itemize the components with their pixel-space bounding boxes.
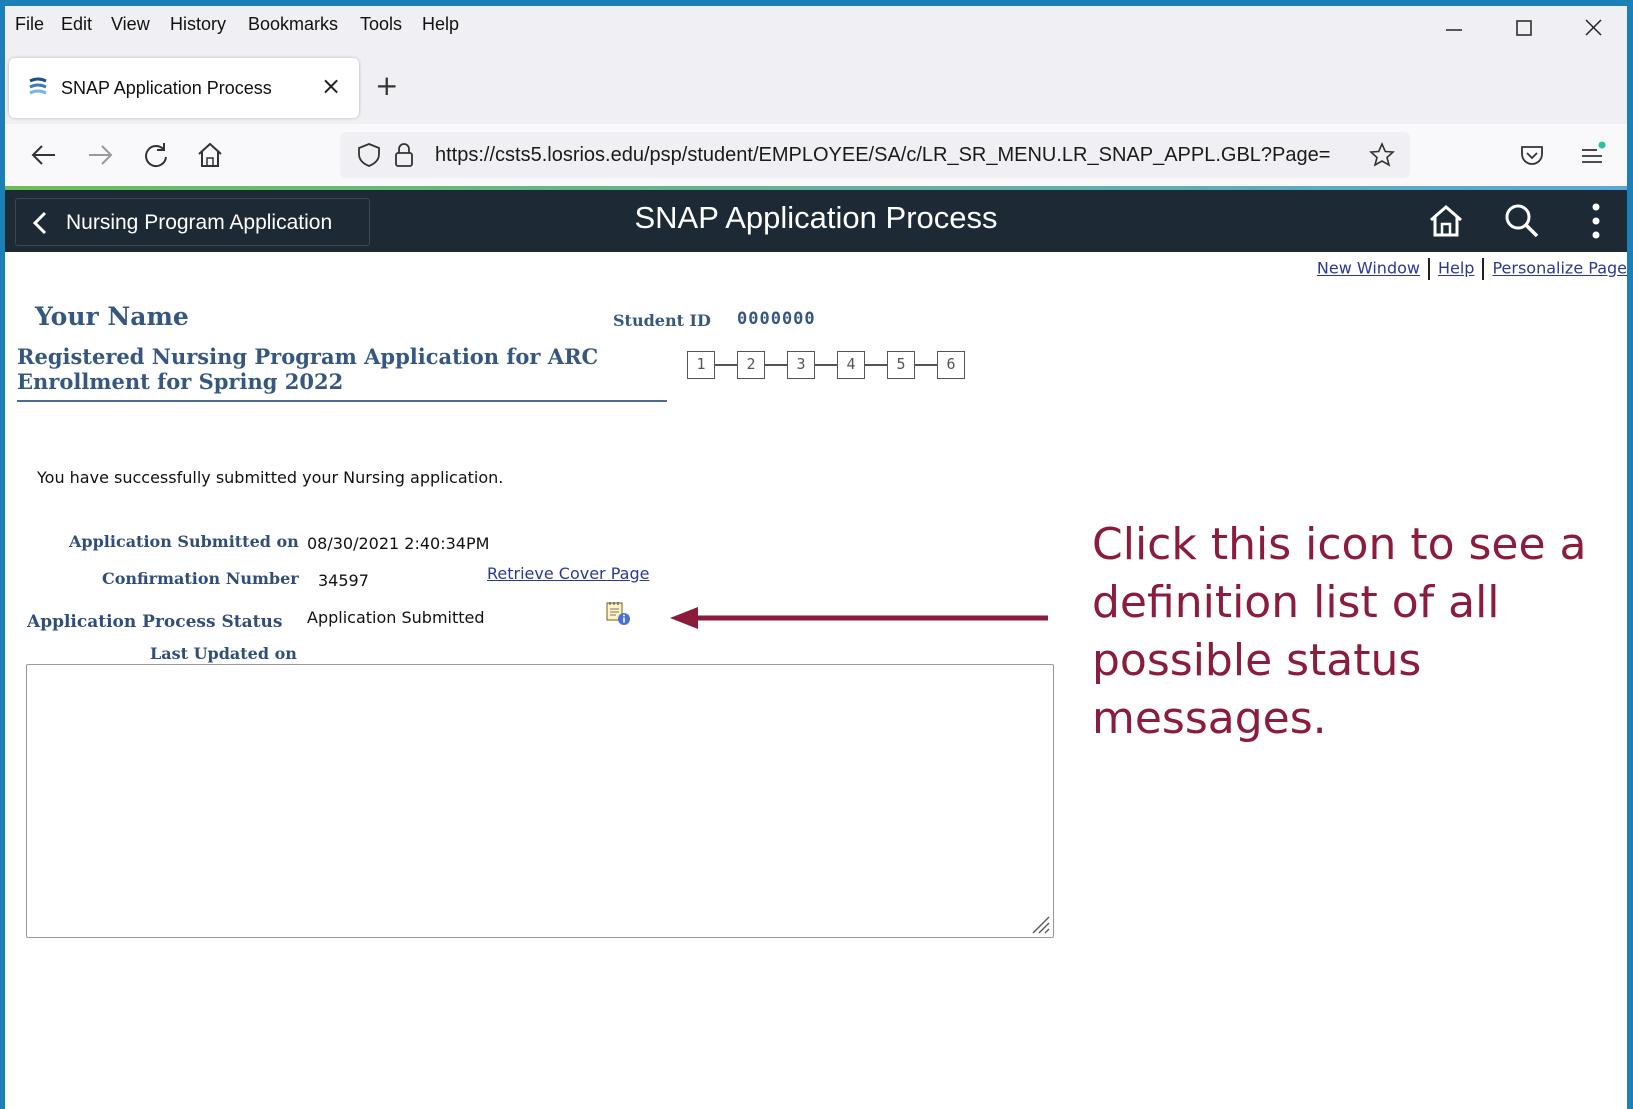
status-label: Application Process Status bbox=[27, 612, 283, 632]
address-bar[interactable]: https://csts5.losrios.edu/psp/student/EM… bbox=[340, 132, 1410, 178]
annotation-callout: Click this icon to see a definition list… bbox=[1092, 519, 1587, 744]
student-id-label: Student ID bbox=[613, 311, 711, 330]
maximize-icon bbox=[1516, 20, 1532, 36]
step-connector bbox=[765, 364, 787, 366]
step-4[interactable]: 4 bbox=[837, 351, 865, 379]
step-1[interactable]: 1 bbox=[687, 351, 715, 379]
submitted-on-value: 08/30/2021 2:40:34PM bbox=[307, 534, 490, 553]
confirmation-number-label: Confirmation Number bbox=[102, 569, 299, 588]
browser-window: File Edit View History Bookmarks Tools H… bbox=[5, 6, 1627, 1109]
link-divider bbox=[1427, 258, 1430, 280]
more-actions-icon[interactable] bbox=[1575, 200, 1617, 242]
new-tab-icon[interactable]: + bbox=[375, 72, 398, 100]
menu-view[interactable]: View bbox=[111, 14, 150, 35]
student-name: Your Name bbox=[35, 302, 189, 331]
app-header: Nursing Program Application SNAP Applica… bbox=[5, 190, 1627, 252]
close-window-button[interactable] bbox=[1578, 16, 1608, 40]
link-divider bbox=[1482, 258, 1485, 280]
home-icon[interactable] bbox=[193, 138, 227, 172]
step-connector bbox=[865, 364, 887, 366]
maximize-button[interactable] bbox=[1508, 16, 1538, 40]
bookmark-star-icon[interactable] bbox=[1368, 141, 1396, 169]
navigation-bar: https://csts5.losrios.edu/psp/student/EM… bbox=[5, 124, 1627, 186]
menu-bookmarks[interactable]: Bookmarks bbox=[248, 14, 338, 35]
step-connector bbox=[715, 364, 737, 366]
personalize-page-link[interactable]: Personalize Page bbox=[1492, 259, 1627, 278]
step-5[interactable]: 5 bbox=[887, 351, 915, 379]
annotation-arrow bbox=[670, 607, 1048, 629]
search-icon[interactable] bbox=[1501, 200, 1543, 242]
step-2[interactable]: 2 bbox=[737, 351, 765, 379]
resize-grip-icon[interactable] bbox=[1029, 913, 1051, 935]
status-notes-textarea[interactable] bbox=[26, 664, 1054, 938]
url-text[interactable]: https://csts5.losrios.edu/psp/student/EM… bbox=[435, 144, 1355, 167]
submitted-on-label: Application Submitted on bbox=[69, 532, 299, 551]
lock-icon[interactable] bbox=[392, 141, 416, 169]
menu-file[interactable]: File bbox=[15, 14, 44, 35]
success-message: You have successfully submitted your Nur… bbox=[37, 468, 504, 487]
status-definitions-icon[interactable] bbox=[605, 600, 631, 626]
app-menu-icon[interactable] bbox=[1575, 138, 1609, 172]
menu-tools[interactable]: Tools bbox=[360, 14, 402, 35]
step-connector bbox=[915, 364, 937, 366]
tab-title: SNAP Application Process bbox=[61, 78, 272, 98]
menu-help[interactable]: Help bbox=[422, 14, 459, 35]
page-links: New Window Help Personalize Page bbox=[1317, 258, 1627, 280]
menubar: File Edit View History Bookmarks Tools H… bbox=[5, 6, 1627, 42]
tab-strip: SNAP Application Process × + bbox=[5, 42, 1627, 124]
back-arrow-icon[interactable] bbox=[27, 138, 61, 172]
tab-snap-application[interactable]: SNAP Application Process × bbox=[9, 58, 359, 118]
home-icon[interactable] bbox=[1425, 200, 1467, 242]
minimize-icon bbox=[1446, 29, 1462, 31]
page-title: SNAP Application Process bbox=[634, 200, 998, 235]
retrieve-cover-page-link[interactable]: Retrieve Cover Page bbox=[487, 564, 649, 583]
status-value: Application Submitted bbox=[307, 608, 485, 627]
application-title: Registered Nursing Program Application f… bbox=[17, 344, 667, 402]
close-icon bbox=[1585, 19, 1602, 36]
forward-arrow-icon[interactable] bbox=[83, 138, 117, 172]
site-favicon-icon bbox=[29, 77, 47, 95]
reload-icon[interactable] bbox=[139, 138, 173, 172]
help-link[interactable]: Help bbox=[1438, 259, 1474, 278]
confirmation-number-value: 34597 bbox=[318, 571, 369, 590]
menu-history[interactable]: History bbox=[170, 14, 226, 35]
student-id-value: 0000000 bbox=[737, 309, 816, 329]
last-updated-label: Last Updated on bbox=[150, 644, 297, 663]
new-window-link[interactable]: New Window bbox=[1317, 259, 1420, 278]
tab-close-icon[interactable]: × bbox=[321, 72, 341, 100]
step-6[interactable]: 6 bbox=[937, 351, 965, 379]
pocket-icon[interactable] bbox=[1515, 138, 1549, 172]
menu-edit[interactable]: Edit bbox=[61, 14, 92, 35]
shield-icon[interactable] bbox=[356, 142, 382, 168]
step-connector bbox=[815, 364, 837, 366]
step-3[interactable]: 3 bbox=[787, 351, 815, 379]
minimize-button[interactable] bbox=[1438, 16, 1468, 40]
